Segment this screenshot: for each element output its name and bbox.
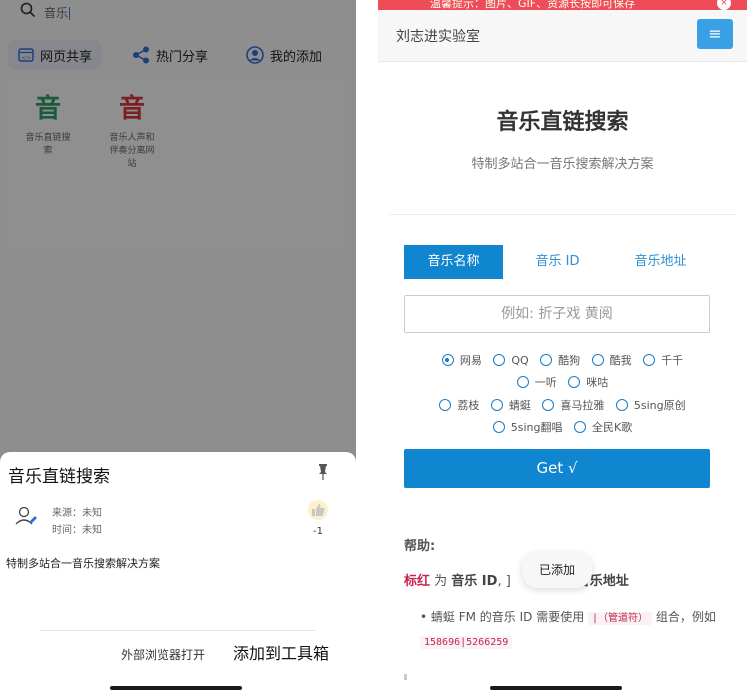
search-keyword-input[interactable]: 例如: 折子戏 黄阅 bbox=[404, 295, 710, 333]
thumbs-up-icon bbox=[307, 500, 329, 524]
add-to-toolbox-button[interactable]: 添加到工具箱 bbox=[233, 640, 329, 664]
site-title[interactable]: 刘志进实验室 bbox=[396, 26, 480, 46]
help-legend: 标红 为 音乐 ID, ] 音乐地址 bbox=[404, 570, 629, 589]
radio-label: 全民K歌 bbox=[592, 421, 633, 434]
help-bullet-text: 蜻蜓 FM 的音乐 ID 需要使用 bbox=[430, 610, 585, 624]
radio-kugou[interactable]: 酷狗 bbox=[540, 352, 580, 368]
help-text: , ] bbox=[497, 574, 511, 589]
help-text: 为 bbox=[430, 574, 452, 589]
help-heading: 帮助: bbox=[404, 539, 436, 554]
detail-bottom-sheet: 音乐直链搜索 来源：未知 时间：未知 -1 特制多站合一音乐搜索解决方案 外部浏… bbox=[0, 452, 356, 696]
radio-indicator bbox=[441, 354, 454, 366]
radio-label: 酷我 bbox=[609, 354, 632, 367]
radio-indicator bbox=[574, 421, 587, 433]
radio-quanmin-kge[interactable]: 全民K歌 bbox=[574, 419, 632, 435]
radio-indicator bbox=[516, 376, 529, 388]
radio-label: 荔枝 bbox=[457, 399, 480, 412]
time-text: 时间：未知 bbox=[52, 525, 102, 536]
content-marker bbox=[404, 674, 407, 680]
radio-indicator bbox=[492, 421, 505, 433]
help-bullet: • 蜻蜓 FM 的音乐 ID 需要使用 |（管道符） 组合，例如 158696|… bbox=[420, 610, 716, 649]
source-text: 来源：未知 bbox=[52, 508, 102, 519]
radio-label: 喜马拉雅 bbox=[560, 399, 605, 412]
help-highlight-word: 标红 bbox=[404, 574, 431, 589]
source-radio-row: 一听 咪咕 bbox=[378, 374, 747, 391]
user-avatar-icon bbox=[14, 504, 38, 532]
radio-label: QQ bbox=[511, 353, 529, 367]
help-keyword: 音乐 ID bbox=[451, 574, 498, 589]
radio-indicator bbox=[615, 399, 628, 411]
radio-5sing-original[interactable]: 5sing原创 bbox=[615, 397, 686, 413]
menu-icon[interactable]: ≡ bbox=[697, 19, 733, 49]
radio-indicator bbox=[568, 376, 581, 388]
right-phone-screen: 温馨提示：图片、GIF、资源长按即可保存 × 刘志进实验室 ≡ 音乐直链搜索 特… bbox=[378, 0, 747, 696]
banner-text: 温馨提示：图片、GIF、资源长按即可保存 bbox=[430, 0, 636, 10]
radio-qq[interactable]: QQ bbox=[493, 353, 529, 367]
site-navbar: 刘志进实验室 ≡ bbox=[378, 10, 747, 62]
radio-label: 5sing翻唱 bbox=[510, 421, 563, 434]
tab-music-url[interactable]: 音乐地址 bbox=[611, 245, 710, 279]
radio-ximalaya[interactable]: 喜马拉雅 bbox=[542, 397, 604, 413]
radio-indicator bbox=[542, 399, 555, 411]
radio-label: 网易 bbox=[459, 354, 482, 367]
radio-label: 5sing原创 bbox=[633, 399, 686, 412]
sheet-description: 特制多站合一音乐搜索解决方案 bbox=[6, 557, 160, 570]
sheet-title: 音乐直链搜索 bbox=[8, 467, 110, 487]
radio-label: 咪咕 bbox=[586, 376, 609, 389]
radio-indicator bbox=[490, 399, 503, 411]
radio-indicator bbox=[591, 354, 604, 366]
radio-qianqian[interactable]: 千千 bbox=[643, 352, 683, 368]
radio-label: 蜻蜓 bbox=[508, 399, 531, 412]
radio-label: 千千 bbox=[661, 354, 684, 367]
tab-music-name[interactable]: 音乐名称 bbox=[404, 245, 503, 279]
close-icon[interactable]: × bbox=[717, 0, 731, 10]
code-snippet: 158696|5266259 bbox=[420, 636, 513, 649]
radio-indicator bbox=[493, 354, 506, 366]
like-button[interactable]: -1 bbox=[306, 500, 330, 537]
radio-label: 一听 bbox=[534, 376, 557, 389]
source-radio-row: 荔枝 蜻蜓 喜马拉雅 5sing原创 bbox=[378, 397, 747, 414]
radio-kuwo[interactable]: 酷我 bbox=[591, 352, 632, 368]
sheet-divider bbox=[40, 630, 316, 631]
left-phone-screen: 音乐 </> 网页共享 热门分享 我的添加 音 音乐直链搜 索 音 音乐人声和 … bbox=[0, 0, 356, 696]
open-in-browser-button[interactable]: 外部浏览器打开 bbox=[121, 646, 205, 663]
code-snippet: |（管道符） bbox=[588, 612, 653, 625]
get-button[interactable]: Get √ bbox=[404, 449, 710, 488]
home-indicator[interactable] bbox=[110, 686, 242, 690]
source-radio-row: 网易 QQ 酷狗 酷我 千千 bbox=[378, 352, 747, 369]
help-bullet-text: 组合，例如 bbox=[655, 610, 716, 624]
page-subtitle: 特制多站合一音乐搜索解决方案 bbox=[471, 157, 654, 172]
hero-divider bbox=[390, 214, 735, 215]
pin-icon[interactable] bbox=[318, 464, 328, 484]
screenshot-root: 音乐 </> 网页共享 热门分享 我的添加 音 音乐直链搜 索 音 音乐人声和 … bbox=[0, 0, 747, 696]
radio-indicator bbox=[643, 354, 656, 366]
radio-yiting[interactable]: 一听 bbox=[516, 374, 557, 390]
radio-netease[interactable]: 网易 bbox=[441, 352, 482, 368]
added-toast: 已添加 bbox=[522, 552, 592, 588]
source-radio-row: 5sing翻唱 全民K歌 bbox=[378, 419, 747, 436]
home-indicator[interactable] bbox=[490, 686, 622, 690]
radio-indicator bbox=[439, 399, 452, 411]
radio-label: 酷狗 bbox=[558, 354, 581, 367]
page-title: 音乐直链搜索 bbox=[496, 110, 629, 135]
radio-indicator bbox=[540, 354, 553, 366]
like-count: -1 bbox=[313, 526, 323, 537]
tip-banner: 温馨提示：图片、GIF、资源长按即可保存 × bbox=[378, 0, 747, 10]
radio-qingting[interactable]: 蜻蜓 bbox=[490, 397, 531, 413]
tab-music-id[interactable]: 音乐 ID bbox=[508, 245, 607, 279]
radio-5sing-cover[interactable]: 5sing翻唱 bbox=[492, 419, 563, 435]
radio-migu[interactable]: 咪咕 bbox=[568, 374, 608, 390]
radio-lizhi[interactable]: 荔枝 bbox=[439, 397, 479, 413]
